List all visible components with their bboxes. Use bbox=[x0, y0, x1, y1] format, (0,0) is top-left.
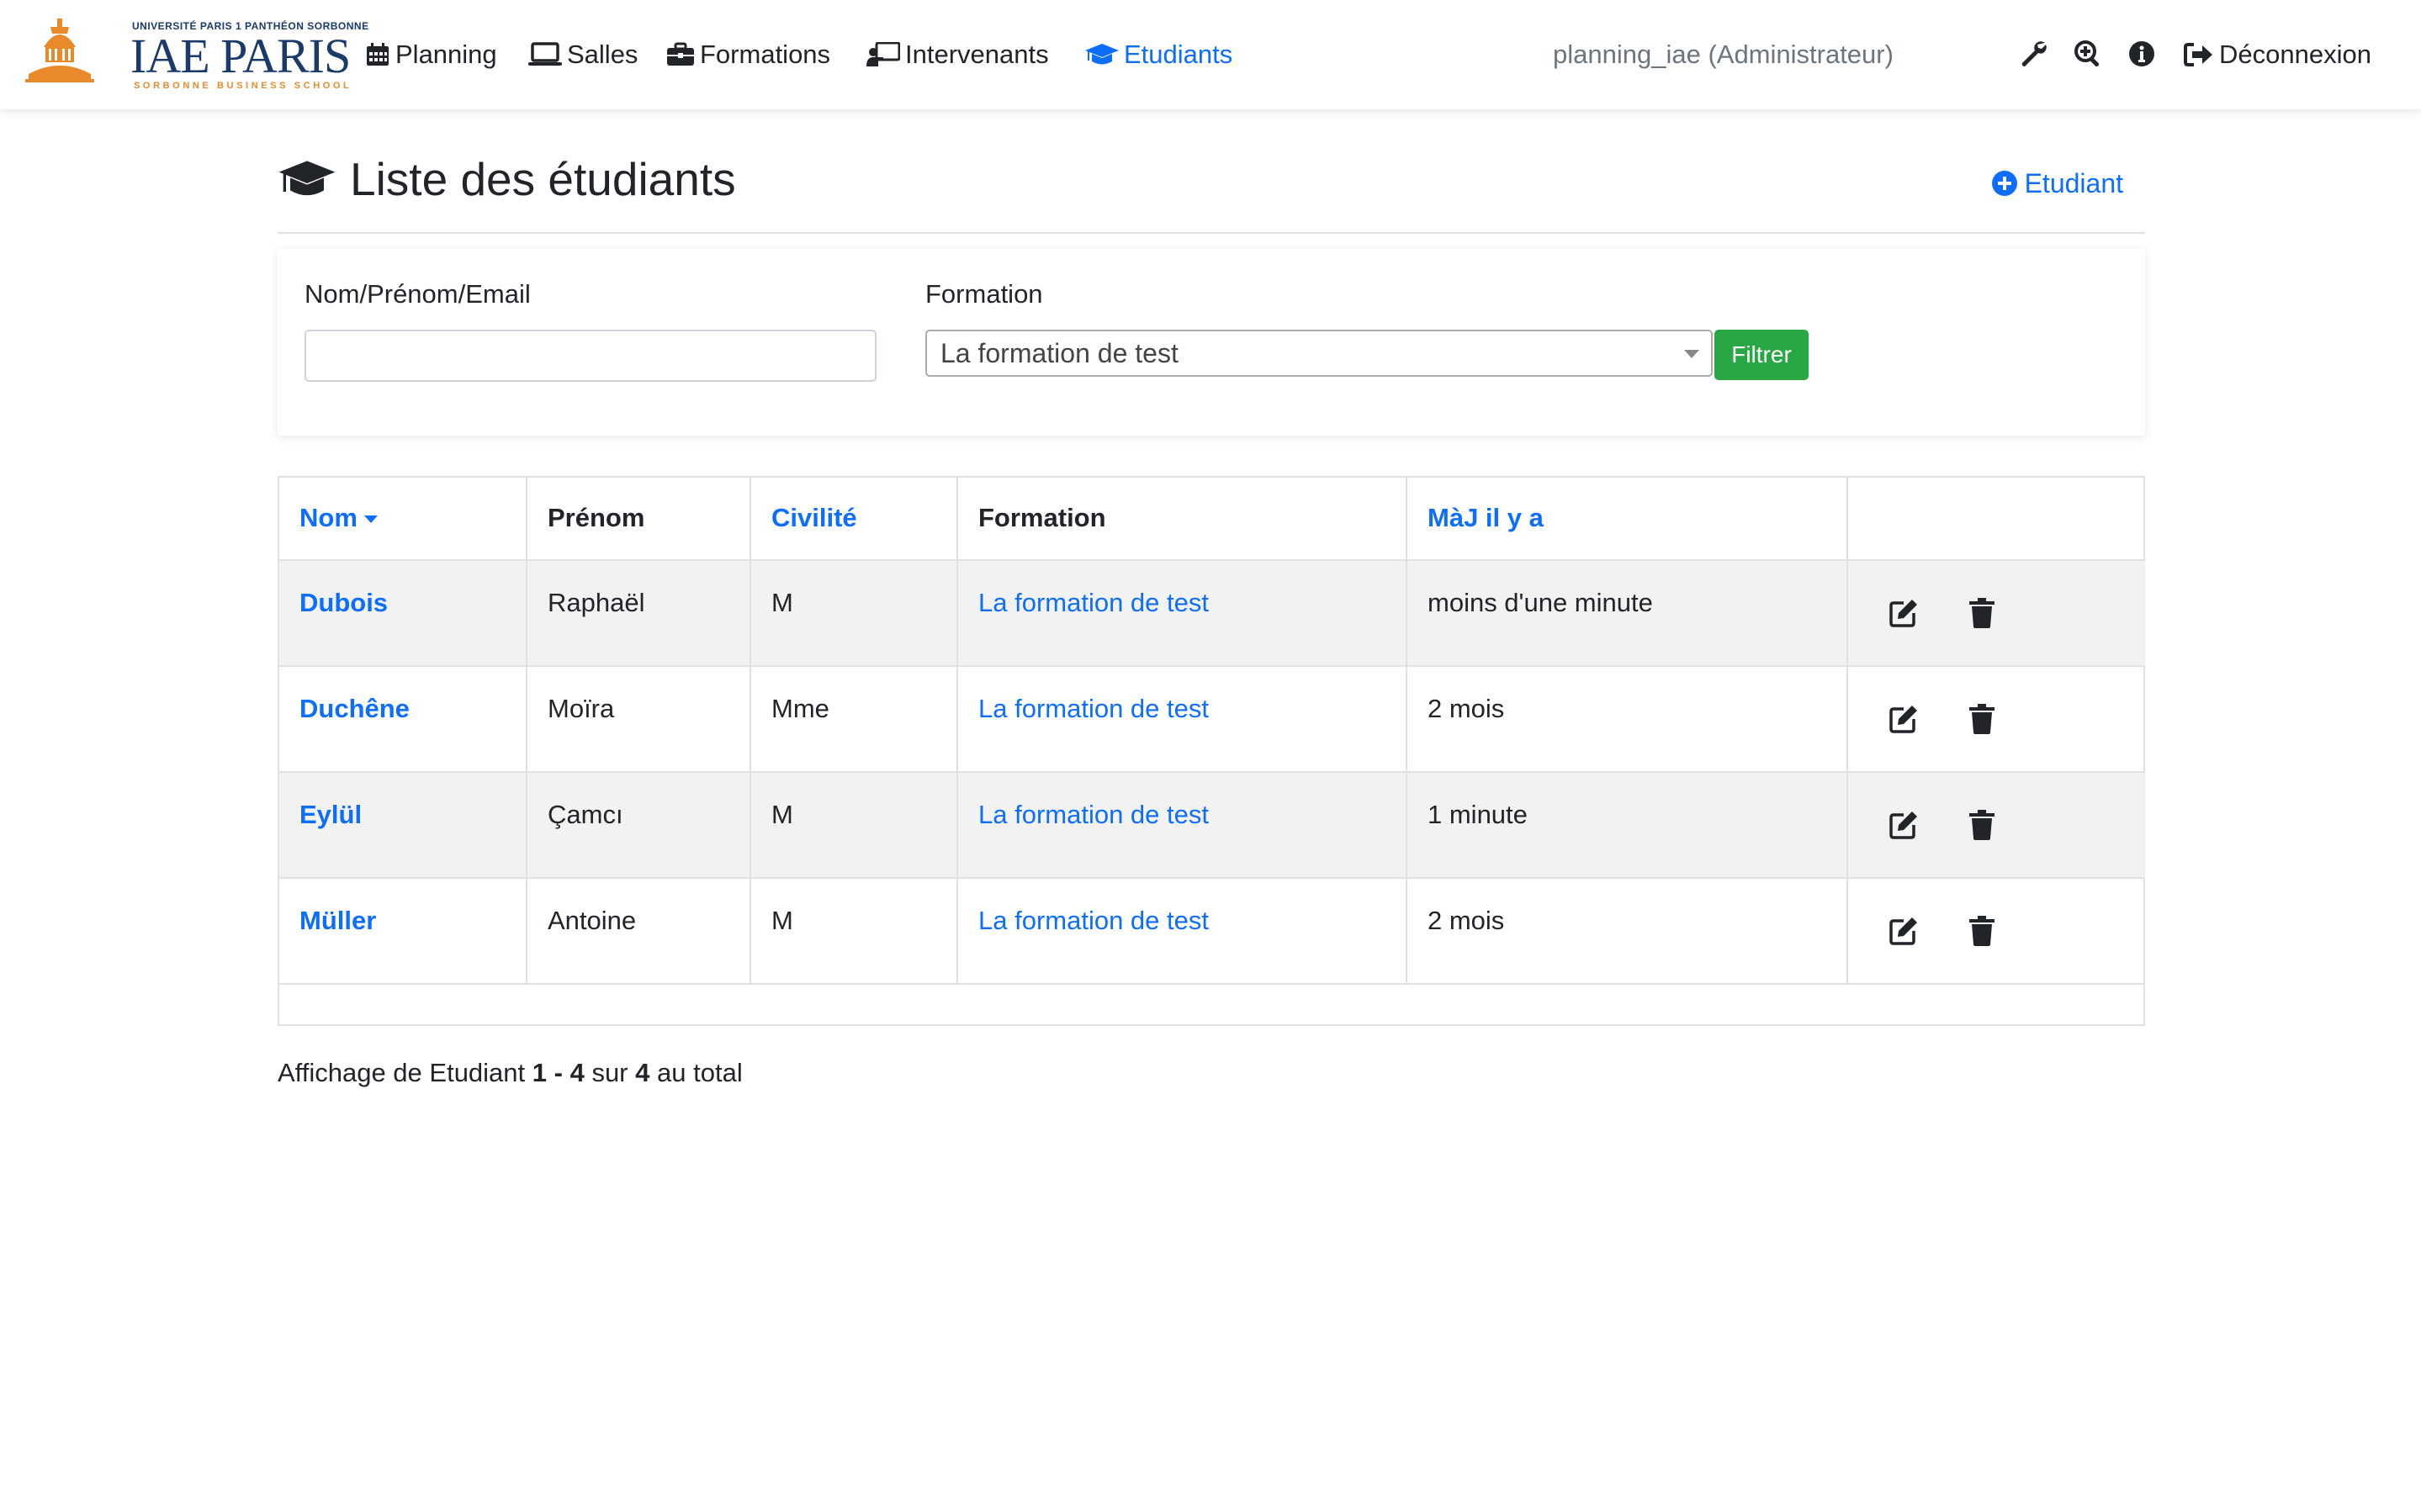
nav-planning-label: Planning bbox=[395, 40, 497, 69]
student-firstname: Raphaël bbox=[527, 560, 751, 667]
student-civility: M bbox=[750, 878, 958, 985]
row-actions bbox=[1847, 772, 2145, 879]
student-name-link[interactable]: Eylül bbox=[279, 772, 527, 879]
logout-button[interactable]: Déconnexion bbox=[2184, 0, 2371, 109]
filter-card: Nom/Prénom/Email Formation La formation … bbox=[278, 249, 2145, 436]
pantheon-logo-icon bbox=[25, 19, 94, 82]
logo-main-text: IAE PARIS bbox=[130, 29, 351, 83]
dropdown-arrow-icon bbox=[1684, 350, 1699, 358]
student-updated: 1 minute bbox=[1407, 772, 1848, 879]
logo-school-text: SORBONNE BUSINESS SCHOOL bbox=[134, 81, 352, 91]
nav-formations[interactable]: Formations bbox=[666, 0, 830, 109]
trash-icon[interactable] bbox=[1969, 916, 1995, 946]
nav-salles[interactable]: Salles bbox=[528, 0, 638, 109]
filter-submit-button[interactable]: Filtrer bbox=[1714, 330, 1809, 380]
nav-formations-label: Formations bbox=[700, 40, 831, 69]
logout-label: Déconnexion bbox=[2219, 40, 2371, 69]
student-formation-link[interactable]: La formation de test bbox=[957, 666, 1407, 773]
nav-etudiants-label: Etudiants bbox=[1124, 40, 1233, 69]
briefcase-icon bbox=[667, 42, 694, 66]
nav-planning[interactable]: Planning bbox=[365, 0, 497, 109]
calendar-icon bbox=[367, 43, 389, 66]
student-formation-link[interactable]: La formation de test bbox=[957, 772, 1407, 879]
table-row: Eylül Çamcı M La formation de test 1 min… bbox=[279, 772, 2145, 879]
chalkboard-teacher-icon bbox=[866, 42, 900, 66]
table-row: Müller Antoine M La formation de test 2 … bbox=[279, 878, 2145, 985]
graduation-cap-icon bbox=[1085, 44, 1119, 65]
summary-prefix: Affichage de Etudiant bbox=[278, 1058, 526, 1087]
current-user: planning_iae (Administrateur) bbox=[1553, 40, 1894, 69]
formation-selected-value: La formation de test bbox=[940, 337, 1179, 368]
pagination-summary: Affichage de Etudiant 1 - 4 sur 4 au tot… bbox=[278, 1058, 743, 1088]
student-updated: 2 mois bbox=[1407, 878, 1848, 985]
logo-text: UNIVERSITÉ PARIS 1 PANTHÉON SORBONNE IAE… bbox=[105, 17, 368, 91]
sign-out-icon bbox=[2184, 43, 2212, 66]
info-circle-icon bbox=[2129, 41, 2154, 66]
edit-icon[interactable] bbox=[1889, 916, 1919, 946]
edit-icon[interactable] bbox=[1889, 598, 1919, 628]
student-civility: Mme bbox=[750, 666, 958, 773]
table-row: Duchêne Moïra Mme La formation de test 2… bbox=[279, 666, 2145, 773]
summary-suffix: au total bbox=[657, 1058, 743, 1087]
sort-desc-icon bbox=[363, 515, 378, 524]
student-firstname: Antoine bbox=[527, 878, 751, 985]
student-civility: M bbox=[750, 560, 958, 667]
summary-total: 4 bbox=[635, 1058, 650, 1087]
table-row: Dubois Raphaël M La formation de test mo… bbox=[279, 560, 2145, 667]
trash-icon[interactable] bbox=[1969, 810, 1995, 840]
row-actions bbox=[1847, 878, 2145, 985]
top-navbar: UNIVERSITÉ PARIS 1 PANTHÉON SORBONNE IAE… bbox=[0, 0, 2421, 109]
student-name-link[interactable]: Müller bbox=[279, 878, 527, 985]
column-header-actions bbox=[1847, 478, 2145, 561]
search-label: Nom/Prénom/Email bbox=[305, 279, 531, 309]
plus-circle-icon bbox=[1991, 171, 2017, 196]
nav-intervenants[interactable]: Intervenants bbox=[866, 0, 1049, 109]
row-actions bbox=[1847, 560, 2145, 667]
laptop-icon bbox=[528, 42, 562, 66]
formation-label: Formation bbox=[925, 279, 1043, 309]
edit-icon[interactable] bbox=[1889, 704, 1919, 734]
edit-icon[interactable] bbox=[1889, 810, 1919, 840]
student-updated: moins d'une minute bbox=[1407, 560, 1848, 667]
student-firstname: Moïra bbox=[527, 666, 751, 773]
student-name-link[interactable]: Duchêne bbox=[279, 666, 527, 773]
formation-select[interactable]: La formation de test bbox=[925, 330, 1713, 377]
column-header-formation: Formation bbox=[957, 478, 1407, 561]
students-table: Nom Prénom Civilité Formation MàJ il y a… bbox=[278, 476, 2145, 1026]
student-formation-link[interactable]: La formation de test bbox=[957, 560, 1407, 667]
iae-paris-logo[interactable]: UNIVERSITÉ PARIS 1 PANTHÉON SORBONNE IAE… bbox=[25, 17, 368, 91]
column-header-maj[interactable]: MàJ il y a bbox=[1407, 478, 1848, 561]
settings-wrench-button[interactable] bbox=[2016, 35, 2053, 72]
trash-icon[interactable] bbox=[1969, 598, 1995, 628]
column-header-civilite[interactable]: Civilité bbox=[750, 478, 958, 561]
student-updated: 2 mois bbox=[1407, 666, 1848, 773]
trash-icon[interactable] bbox=[1969, 704, 1995, 734]
wrench-icon bbox=[2021, 41, 2047, 66]
table-header-row: Nom Prénom Civilité Formation MàJ il y a bbox=[279, 478, 2145, 561]
student-formation-link[interactable]: La formation de test bbox=[957, 878, 1407, 985]
graduation-cap-icon bbox=[278, 161, 336, 196]
column-header-nom-label: Nom bbox=[299, 503, 358, 532]
nav-intervenants-label: Intervenants bbox=[905, 40, 1049, 69]
student-firstname: Çamcı bbox=[527, 772, 751, 879]
search-input[interactable] bbox=[305, 330, 877, 382]
page-title: Liste des étudiants bbox=[278, 151, 736, 207]
search-zoom-button[interactable] bbox=[2069, 35, 2106, 72]
summary-range: 1 - 4 bbox=[532, 1058, 585, 1087]
add-student-label: Etudiant bbox=[2024, 167, 2123, 198]
student-civility: M bbox=[750, 772, 958, 879]
nav-etudiants[interactable]: Etudiants bbox=[1085, 0, 1232, 109]
column-header-prenom: Prénom bbox=[527, 478, 751, 561]
student-name-link[interactable]: Dubois bbox=[279, 560, 527, 667]
summary-mid: sur bbox=[591, 1058, 628, 1087]
search-plus-icon bbox=[2074, 40, 2100, 67]
add-student-button[interactable]: Etudiant bbox=[1991, 165, 2123, 202]
row-actions bbox=[1847, 666, 2145, 773]
nav-salles-label: Salles bbox=[567, 40, 638, 69]
page-header: Liste des étudiants Etudiant bbox=[278, 151, 2145, 234]
page-title-text: Liste des étudiants bbox=[350, 153, 736, 205]
column-header-nom[interactable]: Nom bbox=[279, 478, 527, 561]
info-button[interactable] bbox=[2123, 35, 2160, 72]
